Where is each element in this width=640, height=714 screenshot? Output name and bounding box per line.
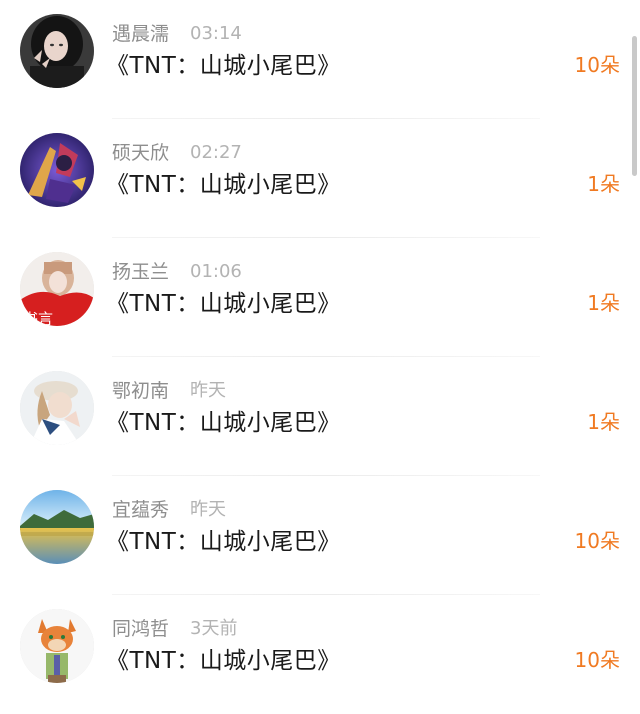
list-item[interactable]: 鄂初南 昨天 《TNT：山城小尾巴》 1朵: [0, 357, 640, 476]
game-hero-avatar-icon: [20, 133, 94, 207]
avatar-overlay-text: 书言: [23, 310, 53, 326]
item-title[interactable]: 《TNT：山城小尾巴》: [106, 645, 341, 677]
user-name: 硕天欣: [112, 142, 170, 164]
gift-count: 10朵: [574, 529, 620, 553]
timestamp: 昨天: [190, 499, 226, 520]
item-title[interactable]: 《TNT：山城小尾巴》: [106, 407, 341, 439]
user-name: 同鸿哲: [112, 618, 170, 640]
user-avatar[interactable]: [20, 133, 94, 207]
list-item[interactable]: 遇晨濡 03:14 《TNT：山城小尾巴》 10朵: [0, 0, 640, 119]
gift-count: 1朵: [587, 291, 620, 315]
list-item[interactable]: 同鸿哲 3天前 《TNT：山城小尾巴》 10朵: [0, 595, 640, 714]
user-name: 遇晨濡: [112, 23, 170, 45]
gift-count: 10朵: [574, 648, 620, 672]
timestamp: 昨天: [190, 380, 226, 401]
list-item[interactable]: 书言 扬玉兰 01:06 《TNT：山城小尾巴》 1朵: [0, 238, 640, 357]
list-item[interactable]: 宜蕴秀 昨天 《TNT：山城小尾巴》 10朵: [0, 476, 640, 595]
girl-peace-sign-avatar-icon: [20, 14, 94, 88]
user-name: 鄂初南: [112, 380, 170, 402]
item-title[interactable]: 《TNT：山城小尾巴》: [106, 169, 341, 201]
timestamp: 02:27: [190, 142, 242, 163]
timestamp: 03:14: [190, 23, 242, 44]
user-avatar[interactable]: [20, 371, 94, 445]
timestamp: 3天前: [190, 618, 238, 639]
item-title[interactable]: 《TNT：山城小尾巴》: [106, 526, 341, 558]
user-avatar[interactable]: [20, 490, 94, 564]
item-title[interactable]: 《TNT：山城小尾巴》: [106, 50, 341, 82]
scrollbar[interactable]: [632, 36, 637, 176]
gift-count: 1朵: [587, 172, 620, 196]
gift-count: 1朵: [587, 410, 620, 434]
lake-landscape-avatar-icon: [20, 490, 94, 564]
gift-list: 遇晨濡 03:14 《TNT：山城小尾巴》 10朵 硕天欣 02:27 《TNT…: [0, 0, 640, 705]
list-item[interactable]: 硕天欣 02:27 《TNT：山城小尾巴》 1朵: [0, 119, 640, 238]
item-title[interactable]: 《TNT：山城小尾巴》: [106, 288, 341, 320]
user-avatar[interactable]: 书言: [20, 252, 94, 326]
red-dress-girl-avatar-icon: 书言: [20, 252, 94, 326]
user-avatar[interactable]: [20, 14, 94, 88]
user-name: 宜蕴秀: [112, 499, 170, 521]
user-name: 扬玉兰: [112, 261, 170, 283]
user-avatar[interactable]: [20, 609, 94, 683]
timestamp: 01:06: [190, 261, 242, 282]
cartoon-fox-avatar-icon: [20, 609, 94, 683]
sailor-girl-avatar-icon: [20, 371, 94, 445]
gift-count: 10朵: [574, 53, 620, 77]
